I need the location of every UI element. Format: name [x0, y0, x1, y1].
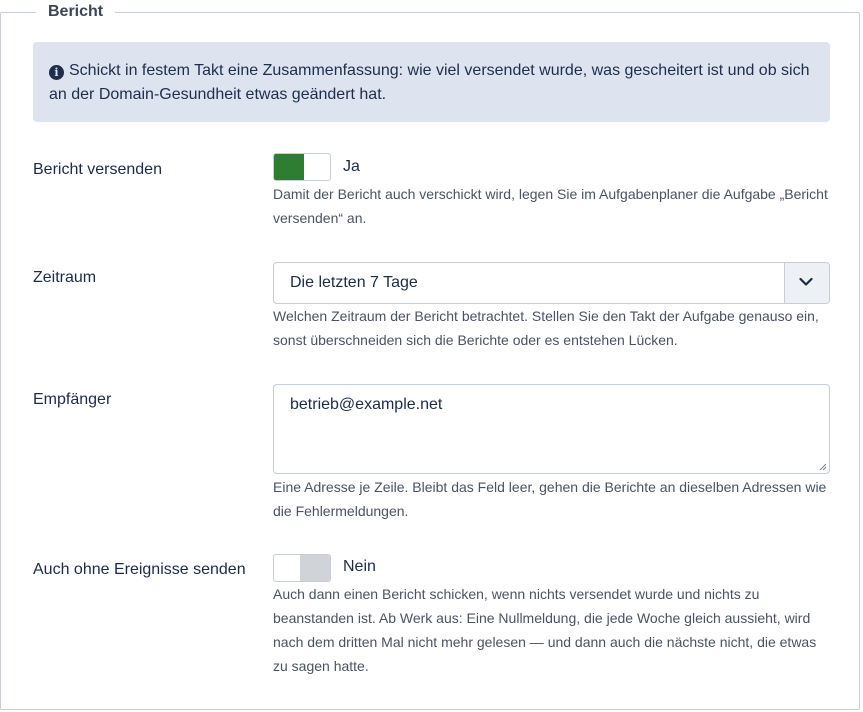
fieldset-legend: Bericht: [36, 3, 116, 21]
toggle-knob: [300, 555, 330, 581]
info-circle-icon: i: [49, 65, 64, 80]
send-empty-toggle-text: Nein: [343, 558, 376, 575]
chevron-down-icon: [799, 277, 813, 286]
send-report-label: Bericht versenden: [33, 161, 162, 178]
period-help: Welchen Zeitraum der Bericht betrachtet.…: [273, 308, 819, 348]
send-empty-toggle[interactable]: [273, 554, 331, 582]
send-empty-label: Auch ohne Ereignisse senden: [33, 561, 246, 578]
recipients-textarea[interactable]: betrieb@example.net: [273, 384, 830, 474]
send-report-toggle[interactable]: [273, 153, 331, 181]
period-dropdown-button[interactable]: [784, 263, 829, 303]
recipients-value: betrieb@example.net: [290, 396, 443, 413]
recipients-help: Eine Adresse je Zeile. Bleibt das Feld l…: [273, 479, 827, 519]
info-alert: i Schickt in festem Takt eine Zusammenfas…: [33, 42, 830, 122]
toggle-knob: [274, 154, 304, 180]
resize-handle-icon[interactable]: [818, 462, 827, 471]
send-empty-help: Auch dann einen Bericht schicken, wenn n…: [273, 586, 817, 674]
send-report-toggle-text: Ja: [343, 158, 360, 175]
period-select[interactable]: Die letzten 7 Tage: [273, 262, 830, 304]
recipients-label: Empfänger: [33, 391, 112, 408]
send-report-help: Damit der Bericht auch verschickt wird, …: [273, 186, 828, 226]
period-label: Zeitraum: [33, 269, 97, 286]
info-text: Schickt in festem Takt eine Zusammenfass…: [49, 62, 810, 103]
period-selected-value: Die letzten 7 Tage: [290, 274, 418, 291]
